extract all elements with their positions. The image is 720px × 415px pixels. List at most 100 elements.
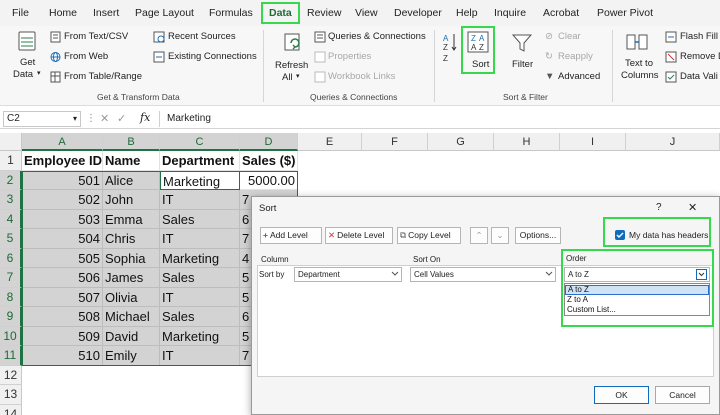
data-cell[interactable]: IT <box>160 229 240 249</box>
data-cell[interactable]: 501 <box>22 170 103 190</box>
copy-level-button[interactable]: ⧉ Copy Level <box>397 227 461 244</box>
data-cell[interactable]: David <box>103 326 160 346</box>
column-header-d[interactable]: D <box>240 133 298 151</box>
tab-acrobat[interactable]: Acrobat <box>543 4 579 22</box>
row-header-2[interactable]: 2 <box>0 170 22 190</box>
row-header-13[interactable]: 13 <box>0 385 22 405</box>
row-header-11[interactable]: 11 <box>0 346 22 366</box>
header-cell[interactable]: Name <box>103 151 160 171</box>
column-dropdown[interactable]: Department <box>294 267 402 282</box>
data-cell[interactable]: IT <box>160 190 240 210</box>
chevron-down-icon[interactable]: ▾ <box>296 72 300 80</box>
text-to-columns-label[interactable]: Text to <box>625 58 653 69</box>
sort-az-icon[interactable]: AZZ <box>443 32 457 64</box>
data-validation-button[interactable]: Data Vali <box>680 71 718 82</box>
column-header-e[interactable]: E <box>298 133 362 151</box>
chevron-down-icon[interactable]: ▾ <box>73 112 77 126</box>
from-web-button[interactable]: From Web <box>64 51 108 62</box>
from-table-range-button[interactable]: From Table/Range <box>64 71 142 82</box>
tab-developer[interactable]: Developer <box>394 4 442 22</box>
refresh-icon[interactable] <box>282 31 304 53</box>
order-option-a-to-z[interactable]: A to Z <box>565 285 709 295</box>
properties-button[interactable]: Properties <box>328 51 371 62</box>
from-text-csv-button[interactable]: From Text/CSV <box>64 31 128 42</box>
column-header-h[interactable]: H <box>494 133 560 151</box>
enter-icon[interactable]: ✓ <box>117 112 126 125</box>
data-cell[interactable]: Marketing <box>160 170 240 190</box>
remove-duplicates-button[interactable]: Remove D <box>680 51 720 62</box>
recent-sources-button[interactable]: Recent Sources <box>168 31 236 42</box>
tab-review[interactable]: Review <box>307 4 341 22</box>
data-cell[interactable]: Marketing <box>160 248 240 268</box>
data-cell[interactable]: 504 <box>22 229 103 249</box>
refresh-all-label[interactable]: Refresh <box>275 60 308 71</box>
refresh-all-label-2[interactable]: All <box>282 72 293 83</box>
data-cell[interactable]: 507 <box>22 287 103 307</box>
advanced-button[interactable]: Advanced <box>558 71 600 82</box>
sort-on-dropdown[interactable]: Cell Values <box>410 267 556 282</box>
column-header-i[interactable]: I <box>560 133 626 151</box>
row-header-8[interactable]: 8 <box>0 287 22 307</box>
row-header-12[interactable]: 12 <box>0 365 22 385</box>
workbook-links-button[interactable]: Workbook Links <box>328 71 395 82</box>
row-header-3[interactable]: 3 <box>0 190 22 210</box>
row-header-7[interactable]: 7 <box>0 268 22 288</box>
get-data-icon[interactable] <box>17 30 37 52</box>
order-dropdown[interactable]: A to Z <box>564 267 710 282</box>
cancel-button[interactable]: Cancel <box>655 386 710 404</box>
data-cell[interactable]: Emily <box>103 346 160 366</box>
tab-inquire[interactable]: Inquire <box>494 4 526 22</box>
formula-input[interactable]: Marketing <box>167 113 211 124</box>
help-button[interactable]: ? <box>656 202 662 213</box>
data-cell[interactable]: Sales <box>160 209 240 229</box>
data-cell[interactable]: 505 <box>22 248 103 268</box>
data-cell[interactable]: Michael <box>103 307 160 327</box>
text-to-columns-icon[interactable] <box>626 32 648 54</box>
get-data-label-2[interactable]: Data <box>13 69 33 80</box>
tab-data[interactable]: Data <box>261 2 300 24</box>
my-data-has-headers-checkbox[interactable] <box>615 230 625 240</box>
data-cell[interactable]: Alice <box>103 170 160 190</box>
queries-connections-button[interactable]: Queries & Connections <box>328 31 426 42</box>
my-data-has-headers-label[interactable]: My data has headers <box>629 230 708 240</box>
data-cell[interactable]: 5000.00 <box>240 170 298 190</box>
filter-icon[interactable] <box>511 32 533 54</box>
data-cell[interactable]: James <box>103 268 160 288</box>
ok-button[interactable]: OK <box>594 386 649 404</box>
header-cell[interactable]: Department <box>160 151 240 171</box>
fx-icon[interactable]: fx <box>140 111 150 124</box>
data-cell[interactable]: Sales <box>160 268 240 288</box>
close-button[interactable]: ✕ <box>688 201 697 214</box>
data-cell[interactable]: 508 <box>22 307 103 327</box>
column-header-f[interactable]: F <box>362 133 428 151</box>
row-header-10[interactable]: 10 <box>0 326 22 346</box>
chevron-down-icon[interactable] <box>696 269 707 280</box>
column-header-g[interactable]: G <box>428 133 494 151</box>
data-cell[interactable]: Sales <box>160 307 240 327</box>
add-level-button[interactable]: + Add Level <box>260 227 322 244</box>
cancel-icon[interactable]: ✕ <box>100 112 109 125</box>
column-header-b[interactable]: B <box>103 133 160 151</box>
row-header-1[interactable]: 1 <box>0 151 22 171</box>
data-cell[interactable]: Olivia <box>103 287 160 307</box>
data-cell[interactable]: 503 <box>22 209 103 229</box>
text-to-columns-label-2[interactable]: Columns <box>621 70 659 81</box>
data-cell[interactable]: 502 <box>22 190 103 210</box>
tab-help[interactable]: Help <box>456 4 478 22</box>
get-data-label[interactable]: Get <box>20 57 35 68</box>
existing-connections-button[interactable]: Existing Connections <box>168 51 257 62</box>
order-option-custom-list[interactable]: Custom List... <box>565 305 709 315</box>
data-cell[interactable]: Sophia <box>103 248 160 268</box>
sort-icon[interactable]: ZAAZ <box>467 31 489 53</box>
tab-view[interactable]: View <box>355 4 378 22</box>
move-up-button[interactable]: ⌃ <box>470 227 488 244</box>
tab-page-layout[interactable]: Page Layout <box>135 4 194 22</box>
sort-button[interactable]: Sort <box>472 59 489 70</box>
clear-button[interactable]: Clear <box>558 31 581 42</box>
row-header-6[interactable]: 6 <box>0 248 22 268</box>
data-cell[interactable]: Emma <box>103 209 160 229</box>
data-cell[interactable]: 506 <box>22 268 103 288</box>
data-cell[interactable]: Marketing <box>160 326 240 346</box>
tab-file[interactable]: File <box>12 4 29 22</box>
header-cell[interactable]: Sales ($) <box>240 151 298 171</box>
